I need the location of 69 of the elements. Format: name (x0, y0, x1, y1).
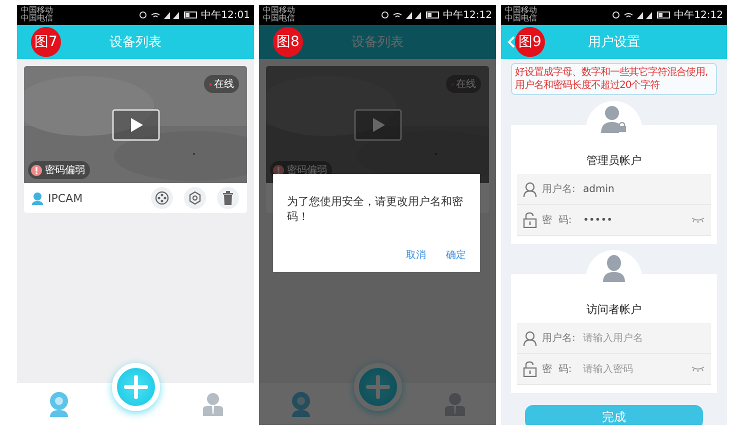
playback-button[interactable] (151, 187, 173, 209)
signal-icon (164, 11, 180, 19)
carrier-label: 中国电信 (21, 15, 53, 23)
trash-icon (222, 191, 234, 205)
field-label: 用户名: (542, 182, 576, 196)
figure-badge: 图8 (273, 27, 303, 57)
device-name: IPCAM (48, 192, 84, 204)
camera-tab[interactable] (289, 391, 313, 417)
dialog-message: 为了您使用安全，请更改用户名和密码！ (287, 194, 464, 225)
carrier-label: 中国电信 (505, 15, 537, 23)
admin-avatar-icon (601, 105, 627, 133)
account-title: 访问者帐户 (586, 302, 642, 317)
carrier-label: 中国电信 (263, 15, 295, 23)
eye-closed-icon[interactable] (691, 366, 705, 372)
warning-icon (31, 164, 42, 176)
plus-icon (124, 375, 148, 399)
account-title: 管理员帐户 (586, 153, 642, 168)
screen-title: 用户设置 (588, 34, 640, 51)
dialog-button[interactable]: 确定 (446, 248, 466, 262)
status-time: 中午12:12 (443, 8, 492, 22)
alarm-icon (139, 11, 148, 19)
battery-icon (184, 11, 198, 19)
alarm-icon (381, 11, 390, 19)
user-icon (523, 330, 537, 346)
field-label: 密 码: (542, 362, 573, 376)
plus-icon (366, 375, 390, 399)
wifi-icon (624, 12, 634, 18)
camera-tab[interactable] (47, 391, 71, 417)
notice-text: 用户名和密码长度不超过20个字符 (515, 79, 661, 92)
carrier-label: 中国移动 (505, 7, 537, 15)
visitor-avatar-icon (602, 254, 626, 282)
screen-title: 设备列表 (352, 34, 404, 51)
film-reel-icon (155, 191, 169, 205)
camera-icon (32, 192, 43, 204)
signal-icon (406, 11, 422, 19)
finish-button[interactable]: 完成 (525, 405, 703, 425)
battery-icon (657, 11, 670, 19)
back-icon[interactable] (507, 36, 515, 48)
dialog-button[interactable]: 取消 (406, 248, 426, 262)
wifi-icon (151, 12, 160, 18)
online-status: 在线 (446, 75, 481, 93)
profile-tab[interactable] (202, 392, 224, 416)
lock-icon (523, 212, 537, 228)
online-status: 在线 (204, 75, 239, 93)
figure-badge: 图7 (31, 27, 61, 57)
profile-tab[interactable] (444, 392, 466, 416)
signal-icon (637, 11, 654, 19)
settings-button[interactable] (184, 187, 206, 209)
figure-badge: 图9 (515, 27, 545, 57)
field-label: 用户名: (542, 332, 576, 345)
lock-icon (523, 361, 537, 377)
screen-title: 设备列表 (110, 34, 162, 51)
delete-button[interactable] (217, 187, 239, 209)
field-label: 密 码: (542, 214, 573, 227)
wifi-icon (393, 12, 402, 18)
user-icon (523, 182, 537, 196)
carrier-label: 中国移动 (263, 7, 295, 15)
status-time: 中午12:01 (201, 8, 250, 22)
play-icon[interactable] (112, 108, 160, 140)
carrier-label: 中国移动 (21, 7, 53, 15)
status-time: 中午12:12 (674, 8, 723, 22)
username-input[interactable]: admin (583, 184, 705, 194)
eye-closed-icon[interactable] (691, 217, 705, 223)
weak-password-tag: 密码偏弱 (28, 161, 90, 179)
notice-text: 好设置成字母、数字和一些其它字符混合使用, (515, 66, 709, 79)
battery-icon (426, 11, 440, 19)
password-input[interactable]: ••••• (583, 214, 686, 226)
alarm-icon (612, 11, 620, 19)
gear-icon (188, 191, 202, 205)
